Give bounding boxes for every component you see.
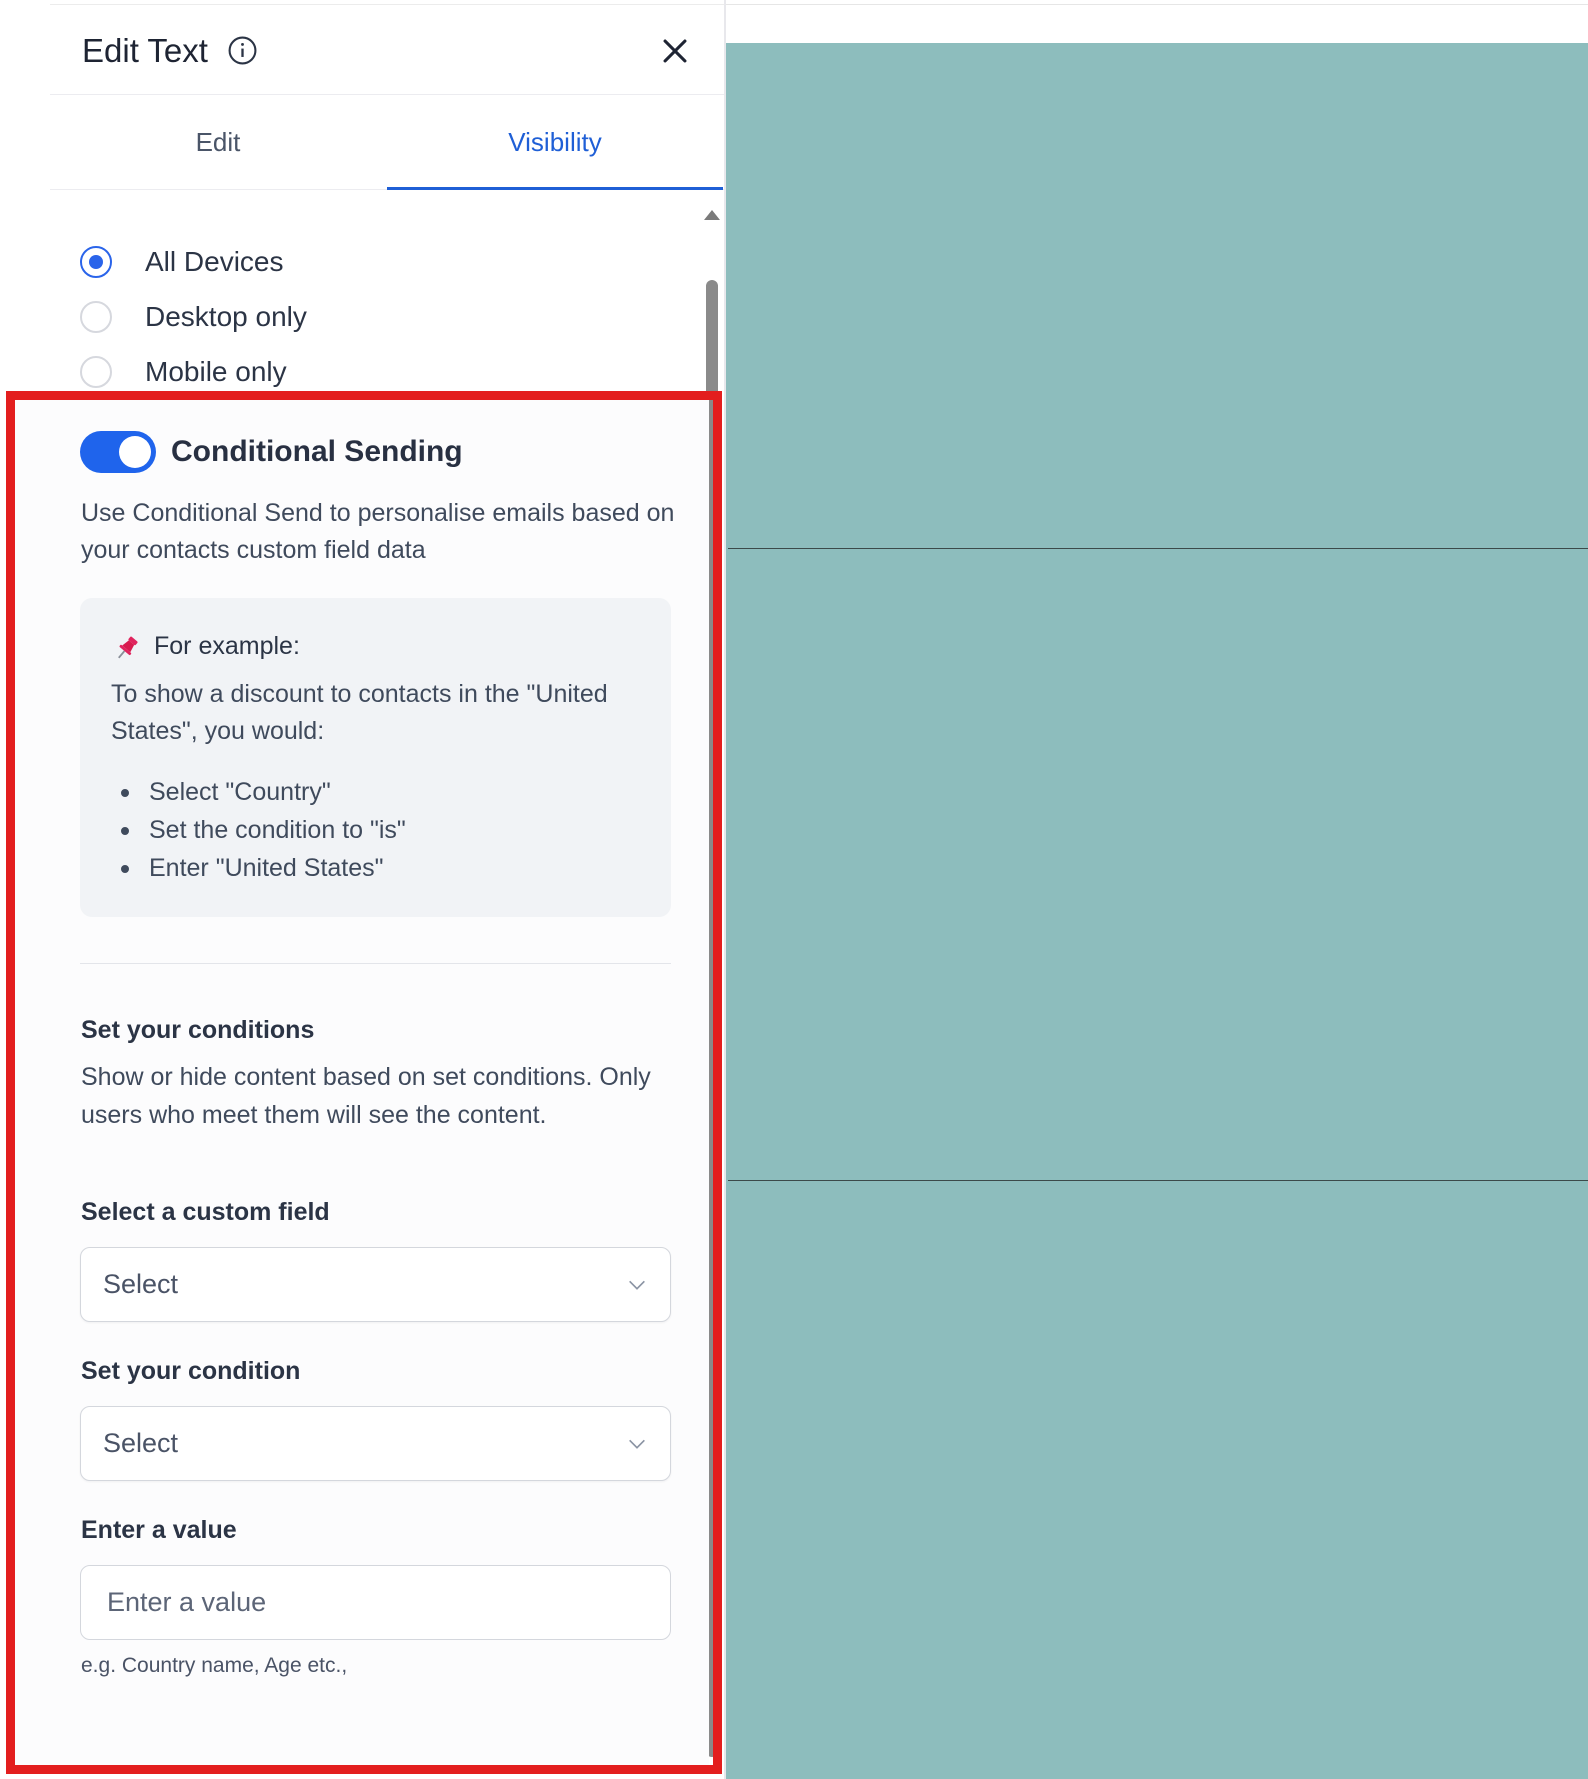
radio-all-devices[interactable]: All Devices	[80, 240, 283, 284]
list-item: Select "Country"	[111, 773, 406, 811]
radio-mobile-only[interactable]: Mobile only	[80, 350, 287, 394]
canvas-top-divider	[726, 4, 1588, 5]
conditional-sending-title: Conditional Sending	[171, 435, 463, 468]
radio-button[interactable]	[80, 356, 112, 388]
example-steps-list: Select "Country" Set the condition to "i…	[111, 773, 406, 887]
conditional-sending-toggle[interactable]	[80, 431, 156, 473]
condition-select[interactable]: Select	[80, 1406, 671, 1481]
panel-header: Edit Text	[50, 10, 724, 95]
canvas-content-block[interactable]	[726, 43, 1588, 1779]
list-item: Set the condition to "is"	[111, 811, 406, 849]
toggle-knob	[119, 436, 151, 468]
value-label: Enter a value	[81, 1516, 237, 1544]
row-divider	[728, 548, 1588, 549]
chevron-down-icon	[629, 1280, 645, 1290]
condition-label: Set your condition	[81, 1357, 301, 1385]
radio-button[interactable]	[80, 246, 112, 278]
conditional-sending-description: Use Conditional Send to personalise emai…	[81, 499, 675, 564]
custom-field-select[interactable]: Select	[80, 1247, 671, 1322]
example-text: To show a discount to contacts in the "U…	[111, 680, 608, 745]
panel-tabs: Edit Visibility	[50, 95, 724, 190]
radio-desktop-only[interactable]: Desktop only	[80, 295, 307, 339]
value-hint: e.g. Country name, Age etc.,	[81, 1654, 348, 1677]
radio-label: All Devices	[145, 246, 284, 277]
select-value: Select	[103, 1428, 179, 1458]
tab-edit[interactable]: Edit	[50, 95, 386, 189]
value-input[interactable]	[80, 1565, 671, 1640]
radio-button[interactable]	[80, 301, 112, 333]
select-value: Select	[103, 1269, 179, 1299]
email-canvas	[726, 0, 1588, 1779]
section-divider	[80, 963, 671, 964]
example-heading: For example:	[154, 632, 300, 660]
radio-label: Mobile only	[145, 356, 287, 387]
chevron-down-icon	[629, 1439, 645, 1449]
panel-top-divider	[50, 4, 724, 5]
set-conditions-title: Set your conditions	[81, 1016, 315, 1044]
set-conditions-description: Show or hide content based on set condit…	[81, 1063, 651, 1129]
tab-visibility[interactable]: Visibility	[387, 95, 723, 190]
row-divider	[728, 1180, 1588, 1181]
example-callout: For example: To show a discount to conta…	[80, 598, 671, 917]
pushpin-icon	[118, 636, 138, 659]
panel-title: Edit Text	[82, 32, 208, 69]
list-item: Enter "United States"	[111, 849, 406, 887]
close-x-icon[interactable]	[658, 34, 692, 68]
panel-border	[724, 0, 726, 1779]
radio-label: Desktop only	[145, 301, 307, 332]
custom-field-label: Select a custom field	[81, 1198, 330, 1226]
scroll-up-arrow-icon[interactable]	[704, 210, 720, 220]
info-circle-icon[interactable]	[227, 35, 258, 66]
